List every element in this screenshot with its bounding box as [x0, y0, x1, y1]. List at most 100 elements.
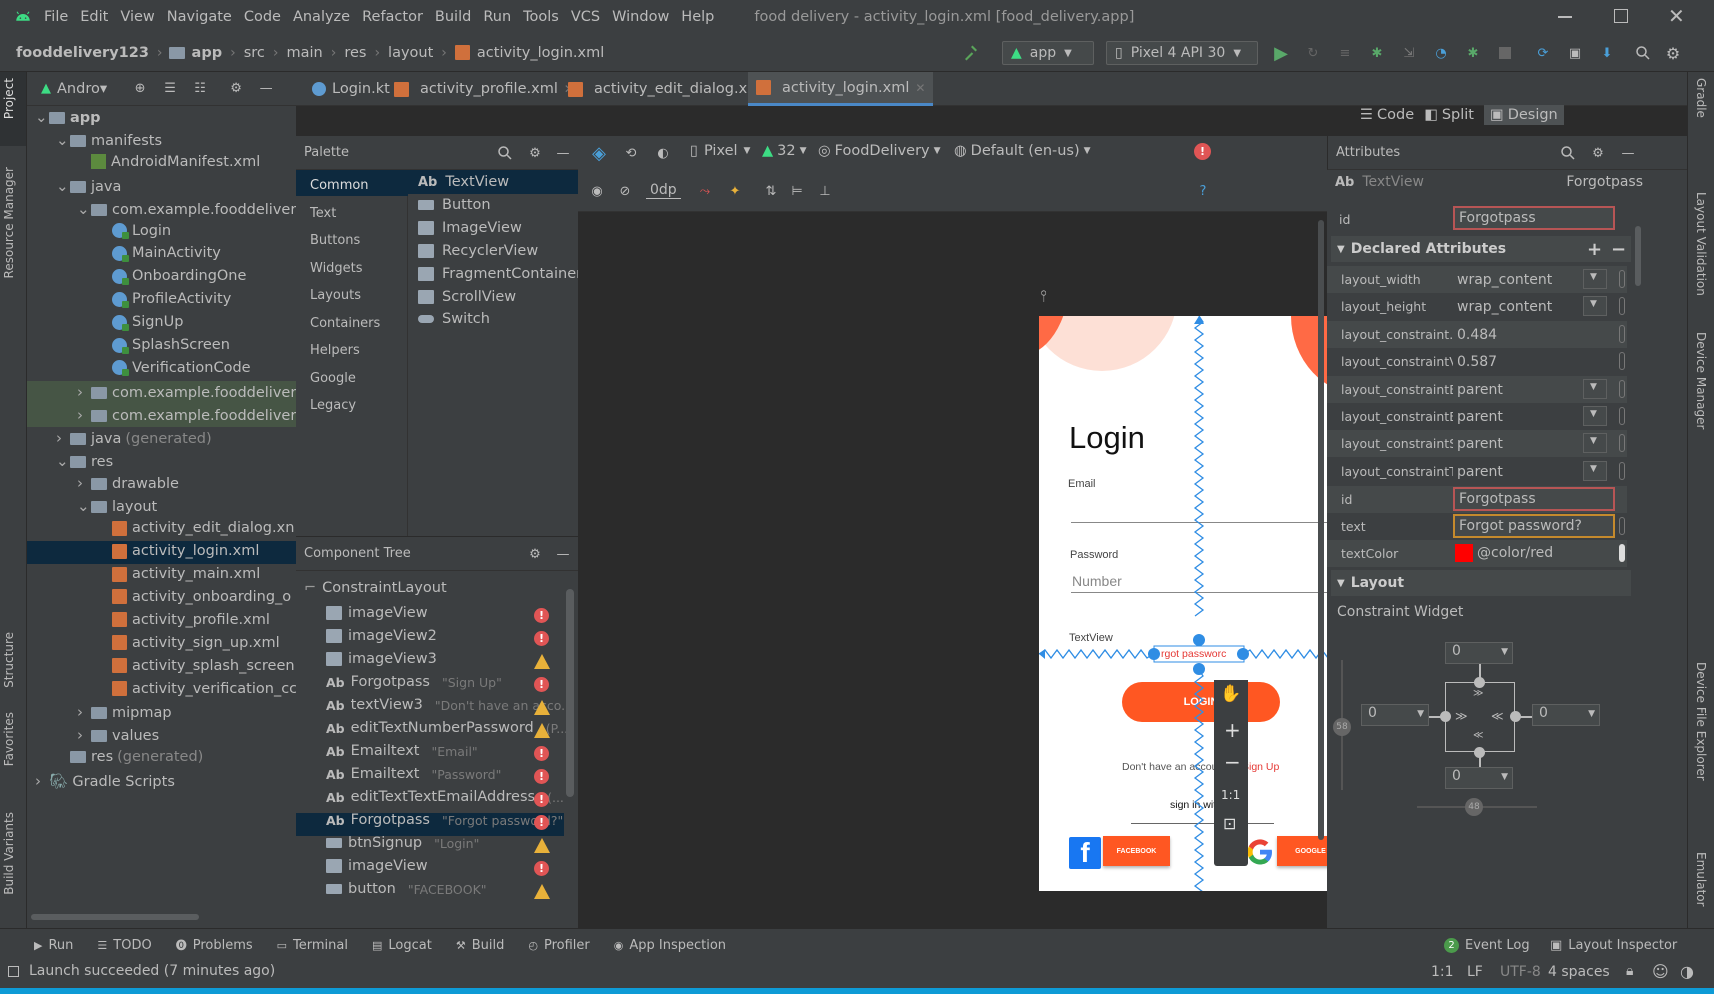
tree-item-class[interactable]: ProfileActivity [98, 291, 231, 308]
device-manager-tool-tab[interactable]: Device Manager [1694, 332, 1708, 429]
component-tree-row[interactable]: Ab Emailtext "Email" [326, 743, 478, 759]
tool-tab-terminal[interactable]: ▭ Terminal [277, 938, 348, 953]
project-tool-tab[interactable]: Project [2, 78, 16, 119]
tree-item-class[interactable]: MainActivity [98, 245, 221, 262]
component-tree-row[interactable]: Ab Forgotpass "Sign Up" [326, 674, 502, 690]
horizontal-bias-value[interactable]: 48 [1465, 798, 1483, 816]
chevron-down-icon[interactable]: ▼ [1583, 378, 1607, 399]
chevron-down-icon[interactable]: ▼ [1583, 460, 1607, 481]
menu-vcs[interactable]: VCS [565, 9, 606, 25]
tab-activity-profile[interactable]: activity_profile.xml✕ [386, 72, 582, 106]
palette-item[interactable]: ScrollView [418, 289, 516, 305]
chevron-right-icon[interactable]: › [77, 406, 91, 424]
caret-position[interactable]: 1:1 [1431, 964, 1454, 980]
emulator-tool-tab[interactable]: Emulator [1694, 852, 1708, 907]
tree-item-class[interactable]: Login [98, 223, 171, 239]
tool-tab-build[interactable]: ⚒ Build [456, 938, 505, 953]
tree-item-package[interactable]: › com.example.fooddeliver [77, 406, 296, 424]
hide-panel-icon[interactable]: — [255, 78, 277, 100]
attribute-value[interactable]: parent [1457, 382, 1503, 398]
code-mode-button[interactable]: ☰ Code [1360, 107, 1414, 123]
search-icon[interactable] [1632, 42, 1654, 64]
split-mode-button[interactable]: ◧ Split [1424, 107, 1474, 123]
error-icon[interactable]: ! [534, 608, 549, 623]
tree-item-folder[interactable]: ⌄ java [56, 177, 121, 195]
chevron-down-icon[interactable]: ▼ [1583, 433, 1607, 454]
maximize-button[interactable] [1614, 9, 1628, 23]
tree-item-xml[interactable]: activity_profile.xml [98, 612, 270, 628]
tree-item-class[interactable]: SplashScreen [98, 337, 230, 354]
attribute-value[interactable]: 0.587 [1457, 354, 1497, 370]
layout-error-icon[interactable]: ! [1194, 143, 1211, 160]
expand-all-icon[interactable]: ☷ [189, 78, 211, 100]
menu-refactor[interactable]: Refactor [356, 9, 429, 25]
resource-picker-icon[interactable] [1619, 270, 1625, 288]
search-icon[interactable] [494, 142, 516, 164]
hide-panel-icon[interactable]: — [552, 142, 574, 164]
theme-select[interactable]: ◎ FoodDelivery ▼ [818, 143, 941, 159]
error-icon[interactable]: ! [534, 792, 549, 807]
resource-picker-icon[interactable] [1619, 352, 1625, 371]
favorites-tool-tab[interactable]: Favorites [2, 712, 16, 766]
palette-item[interactable]: Switch [418, 311, 490, 327]
breadcrumb-item[interactable]: app [190, 45, 225, 61]
remove-attribute-icon[interactable]: − [1611, 239, 1626, 260]
error-icon[interactable]: ! [534, 746, 549, 761]
tree-item-package[interactable]: ⌄ com.example.fooddeliver [77, 200, 296, 218]
sync-gradle-icon[interactable]: ⟳ [1532, 42, 1554, 64]
resource-manager-tool-tab[interactable]: Resource Manager [2, 167, 16, 278]
tree-item-xml[interactable]: activity_onboarding_o [98, 589, 291, 605]
pack-icon[interactable]: ⇅ [760, 180, 782, 202]
hide-panel-icon[interactable]: — [552, 543, 574, 565]
right-margin-select[interactable]: 0 ▼ [1532, 704, 1600, 726]
component-tree-row[interactable]: Ab Forgotpass "Forgot password?" [326, 812, 563, 828]
chevron-right-icon[interactable]: › [56, 429, 70, 447]
warning-icon[interactable] [534, 723, 550, 738]
tree-item-gradle[interactable]: › 🐘︎ Gradle Scripts [35, 772, 175, 790]
minimize-button[interactable] [1558, 16, 1572, 18]
tree-item-folder[interactable]: › drawable [77, 474, 179, 492]
error-icon[interactable]: ! [534, 769, 549, 784]
palette-category-common[interactable]: Common [310, 178, 369, 193]
attribute-value[interactable]: parent [1457, 436, 1503, 452]
pan-hand-icon[interactable]: ✋ [1214, 680, 1248, 708]
vertical-bias-value[interactable]: 58 [1333, 718, 1351, 736]
feedback-smiley-icon[interactable]: ☺ [1652, 962, 1669, 981]
tree-item-class[interactable]: OnboardingOne [98, 268, 246, 285]
menu-tools[interactable]: Tools [517, 9, 565, 25]
chevron-right-icon[interactable]: › [77, 703, 91, 721]
palette-category-buttons[interactable]: Buttons [310, 233, 360, 248]
profile-icon[interactable]: ◔ [1430, 42, 1452, 64]
tool-tab-run[interactable]: ▶ Run [34, 938, 73, 953]
chevron-down-icon[interactable]: ▼ [1583, 296, 1607, 317]
add-attribute-icon[interactable]: + [1587, 239, 1602, 260]
horizontal-scrollbar[interactable] [31, 914, 199, 920]
git-lock-icon[interactable]: 🔒︎ [1626, 963, 1633, 979]
apply-code-changes-icon[interactable]: ≡ [1334, 42, 1356, 64]
bottom-constraint-handle[interactable] [1474, 747, 1485, 758]
declared-attributes-section[interactable]: ▼ Declared Attributes + − [1331, 236, 1631, 262]
apply-changes-icon[interactable]: ↻ [1302, 42, 1324, 64]
default-margin-select[interactable]: 0dp [646, 182, 681, 199]
component-tree-row[interactable]: imageView3 [326, 651, 437, 667]
breadcrumb-item[interactable]: main [284, 45, 324, 61]
attribute-value[interactable]: parent [1457, 464, 1503, 480]
close-tab-icon[interactable]: ✕ [915, 81, 925, 95]
zoom-one-to-one-button[interactable]: 1:1 [1221, 788, 1240, 802]
menu-navigate[interactable]: Navigate [161, 9, 238, 25]
tree-item-folder[interactable]: res (generated) [56, 749, 203, 765]
menu-code[interactable]: Code [238, 9, 287, 25]
tree-item-class[interactable]: VerificationCode [98, 360, 251, 377]
line-separator[interactable]: LF [1467, 964, 1483, 980]
settings-gear-icon[interactable]: ⚙ [524, 142, 546, 164]
tool-tab-logcat[interactable]: ▤ Logcat [372, 938, 432, 953]
collapse-all-icon[interactable]: ☰ [159, 78, 181, 100]
layout-section[interactable]: ▼ Layout [1331, 570, 1631, 596]
memory-indicator-icon[interactable]: ◑ [1680, 962, 1694, 981]
device-select[interactable]: ▯ Pixel ▼ [690, 143, 750, 159]
clear-constraints-icon[interactable]: ⤳ [694, 180, 716, 202]
guidelines-icon[interactable]: ⊥ [814, 180, 836, 202]
menu-file[interactable]: File [38, 9, 74, 25]
design-vertical-scrollbar[interactable] [1318, 220, 1324, 840]
error-icon[interactable]: ! [534, 861, 549, 876]
